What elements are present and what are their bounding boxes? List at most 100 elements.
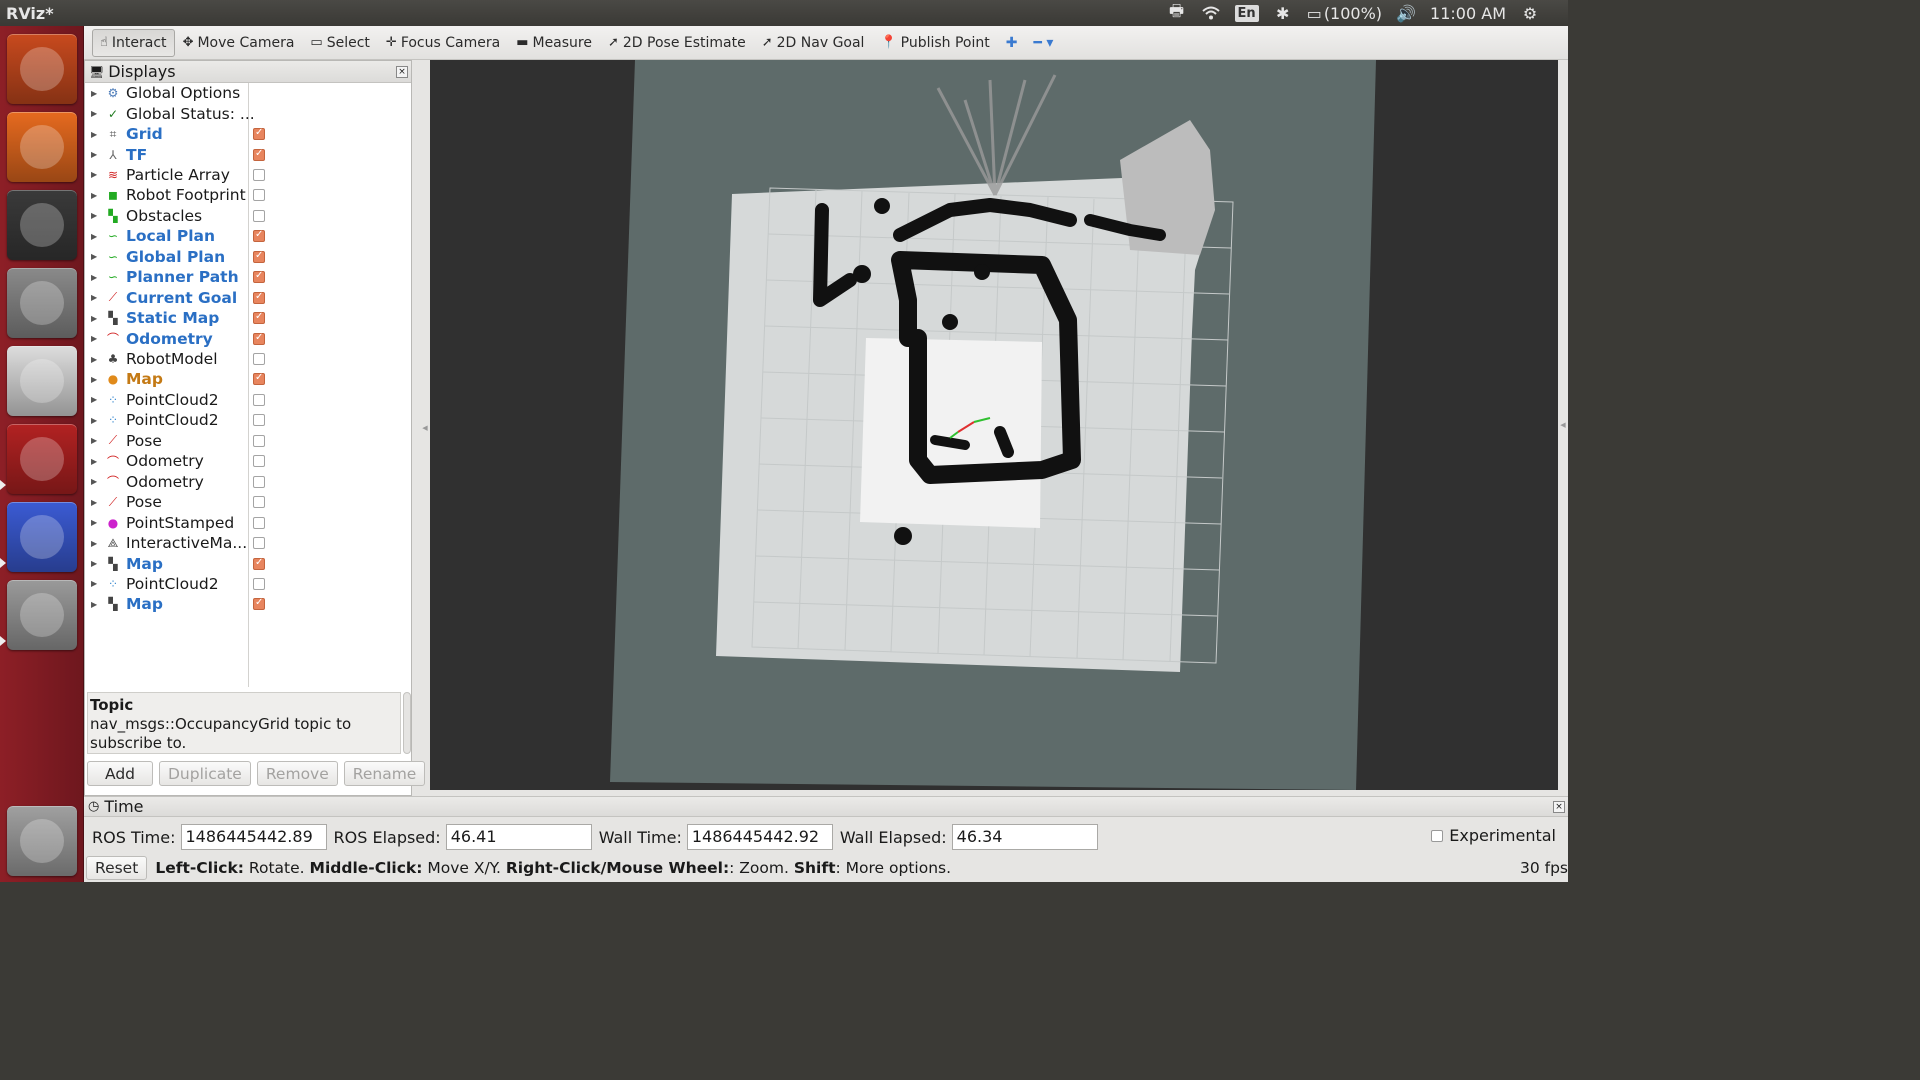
experimental-checkbox[interactable]: [1431, 829, 1444, 842]
display-item[interactable]: ▶ ⌒ Odometry: [85, 472, 411, 492]
expand-arrow-icon[interactable]: ▶: [91, 293, 101, 302]
bluetooth-icon[interactable]: ✱: [1273, 4, 1293, 23]
expand-arrow-icon[interactable]: ▶: [91, 252, 101, 261]
close-icon[interactable]: ×: [1553, 800, 1565, 813]
launcher-terminator[interactable]: [7, 424, 77, 494]
duplicate-button[interactable]: Duplicate: [159, 761, 251, 786]
display-item[interactable]: ▶ ≋ Particle Array: [85, 165, 411, 185]
wall-time-field[interactable]: 1486445442.92: [686, 824, 833, 850]
rename-button[interactable]: Rename: [343, 761, 426, 786]
display-enabled-checkbox[interactable]: [253, 148, 265, 161]
launcher-files[interactable]: [7, 268, 77, 338]
display-item[interactable]: ▶ ◼ Robot Footprint: [85, 185, 411, 205]
expand-arrow-icon[interactable]: ▶: [91, 498, 101, 507]
display-enabled-checkbox[interactable]: [253, 127, 265, 141]
ros-elapsed-field[interactable]: 46.41: [445, 824, 592, 850]
display-item[interactable]: ▶ ⟁ InteractiveMa...: [85, 533, 411, 553]
expand-arrow-icon[interactable]: ▶: [91, 436, 101, 445]
expand-arrow-icon[interactable]: ▶: [91, 273, 101, 282]
display-item[interactable]: ▶ ▚ Obstacles: [85, 206, 411, 226]
expand-arrow-icon[interactable]: ▶: [91, 170, 101, 179]
display-enabled-checkbox[interactable]: [253, 434, 265, 447]
reset-button[interactable]: Reset: [86, 856, 148, 880]
launcher-trash[interactable]: [7, 806, 77, 876]
display-enabled-checkbox[interactable]: [253, 557, 265, 570]
wifi-icon[interactable]: [1201, 5, 1221, 21]
volume-icon[interactable]: 🔊: [1396, 4, 1416, 23]
expand-arrow-icon[interactable]: ▶: [91, 518, 101, 527]
display-enabled-checkbox[interactable]: [253, 516, 265, 529]
display-item[interactable]: ▶ ● Map: [85, 369, 411, 389]
add-button[interactable]: Add: [87, 761, 153, 786]
display-enabled-checkbox[interactable]: [253, 372, 265, 386]
tool-2d-pose-estimate[interactable]: ➚ 2D Pose Estimate: [600, 29, 754, 57]
display-item[interactable]: ▶ ⌒ Odometry: [85, 328, 411, 348]
display-enabled-checkbox[interactable]: [253, 393, 265, 406]
display-item[interactable]: ▶ ∽ Global Plan: [85, 247, 411, 267]
launcher-ubuntu-dash[interactable]: [7, 34, 77, 104]
tool-focus-camera[interactable]: ✛ Focus Camera: [378, 29, 508, 57]
display-enabled-checkbox[interactable]: [253, 229, 265, 243]
close-icon[interactable]: ×: [396, 65, 408, 78]
remove-tool-icon[interactable]: ━ ▾: [1026, 29, 1062, 57]
display-item[interactable]: ▶ ⁘ PointCloud2: [85, 390, 411, 410]
clock[interactable]: 11:00 AM: [1430, 4, 1506, 23]
expand-arrow-icon[interactable]: ▶: [91, 314, 101, 323]
expand-arrow-icon[interactable]: ▶: [91, 539, 101, 548]
expand-arrow-icon[interactable]: ▶: [91, 211, 101, 220]
expand-arrow-icon[interactable]: ▶: [91, 150, 101, 159]
expand-arrow-icon[interactable]: ▶: [91, 457, 101, 466]
expand-arrow-icon[interactable]: ▶: [91, 579, 101, 588]
render-view[interactable]: [430, 60, 1558, 790]
display-enabled-checkbox[interactable]: [253, 168, 265, 181]
expand-arrow-icon[interactable]: ▶: [91, 334, 101, 343]
display-item[interactable]: ▶ ⟋ Pose: [85, 492, 411, 512]
display-enabled-checkbox[interactable]: [253, 209, 265, 222]
display-enabled-checkbox[interactable]: [253, 475, 265, 488]
launcher-firefox[interactable]: [7, 112, 77, 182]
display-enabled-checkbox[interactable]: [253, 537, 265, 550]
display-item[interactable]: ▶ ⚙ Global Options: [85, 83, 411, 103]
display-enabled-checkbox[interactable]: [253, 311, 265, 325]
display-item[interactable]: ▶ ⌗ Grid: [85, 124, 411, 144]
expand-arrow-icon[interactable]: ▶: [91, 559, 101, 568]
right-splitter[interactable]: ◀: [1558, 60, 1568, 790]
expand-arrow-icon[interactable]: ▶: [91, 89, 101, 98]
launcher-r-language[interactable]: [7, 502, 77, 572]
expand-arrow-icon[interactable]: ▶: [91, 600, 101, 609]
system-settings-icon[interactable]: ⚙: [1520, 4, 1540, 23]
expand-arrow-icon[interactable]: ▶: [91, 232, 101, 241]
tool-select[interactable]: ▭ Select: [302, 29, 378, 57]
display-enabled-checkbox[interactable]: [253, 577, 265, 590]
ros-time-field[interactable]: 1486445442.89: [180, 824, 327, 850]
battery-indicator[interactable]: ▭ (100%): [1307, 4, 1382, 23]
display-item[interactable]: ▶ ⁘ PointCloud2: [85, 574, 411, 594]
display-item[interactable]: ▶ ● PointStamped: [85, 512, 411, 532]
display-enabled-checkbox[interactable]: [253, 496, 265, 509]
wall-elapsed-field[interactable]: 46.34: [951, 824, 1098, 850]
expand-arrow-icon[interactable]: ▶: [91, 416, 101, 425]
display-item[interactable]: ▶ ⌒ Odometry: [85, 451, 411, 471]
tool-publish-point[interactable]: 📍 Publish Point: [872, 29, 997, 57]
expand-arrow-icon[interactable]: ▶: [91, 191, 101, 200]
tool-interact[interactable]: ☝ Interact: [92, 28, 175, 57]
display-item[interactable]: ▶ ⁘ PointCloud2: [85, 410, 411, 430]
display-enabled-checkbox[interactable]: [253, 455, 265, 468]
display-enabled-checkbox[interactable]: [253, 250, 265, 263]
experimental-toggle[interactable]: Experimental: [1431, 826, 1556, 845]
panel-splitter[interactable]: ◀: [420, 60, 430, 796]
expand-arrow-icon[interactable]: ▶: [91, 375, 101, 384]
expand-arrow-icon[interactable]: ▶: [91, 355, 101, 364]
expand-arrow-icon[interactable]: ▶: [91, 130, 101, 139]
launcher-rviz[interactable]: [7, 580, 77, 650]
display-enabled-checkbox[interactable]: [253, 189, 265, 202]
expand-arrow-icon[interactable]: ▶: [91, 109, 101, 118]
display-item[interactable]: ▶ ♣ RobotModel: [85, 349, 411, 369]
add-tool-icon[interactable]: ✚: [998, 29, 1026, 57]
display-item[interactable]: ▶ ⟋ Current Goal: [85, 288, 411, 308]
keyboard-language-indicator[interactable]: En: [1234, 4, 1259, 22]
tool-2d-nav-goal[interactable]: ➚ 2D Nav Goal: [754, 29, 873, 57]
display-enabled-checkbox[interactable]: [253, 414, 265, 427]
expand-arrow-icon[interactable]: ▶: [91, 395, 101, 404]
display-enabled-checkbox[interactable]: [253, 270, 265, 284]
